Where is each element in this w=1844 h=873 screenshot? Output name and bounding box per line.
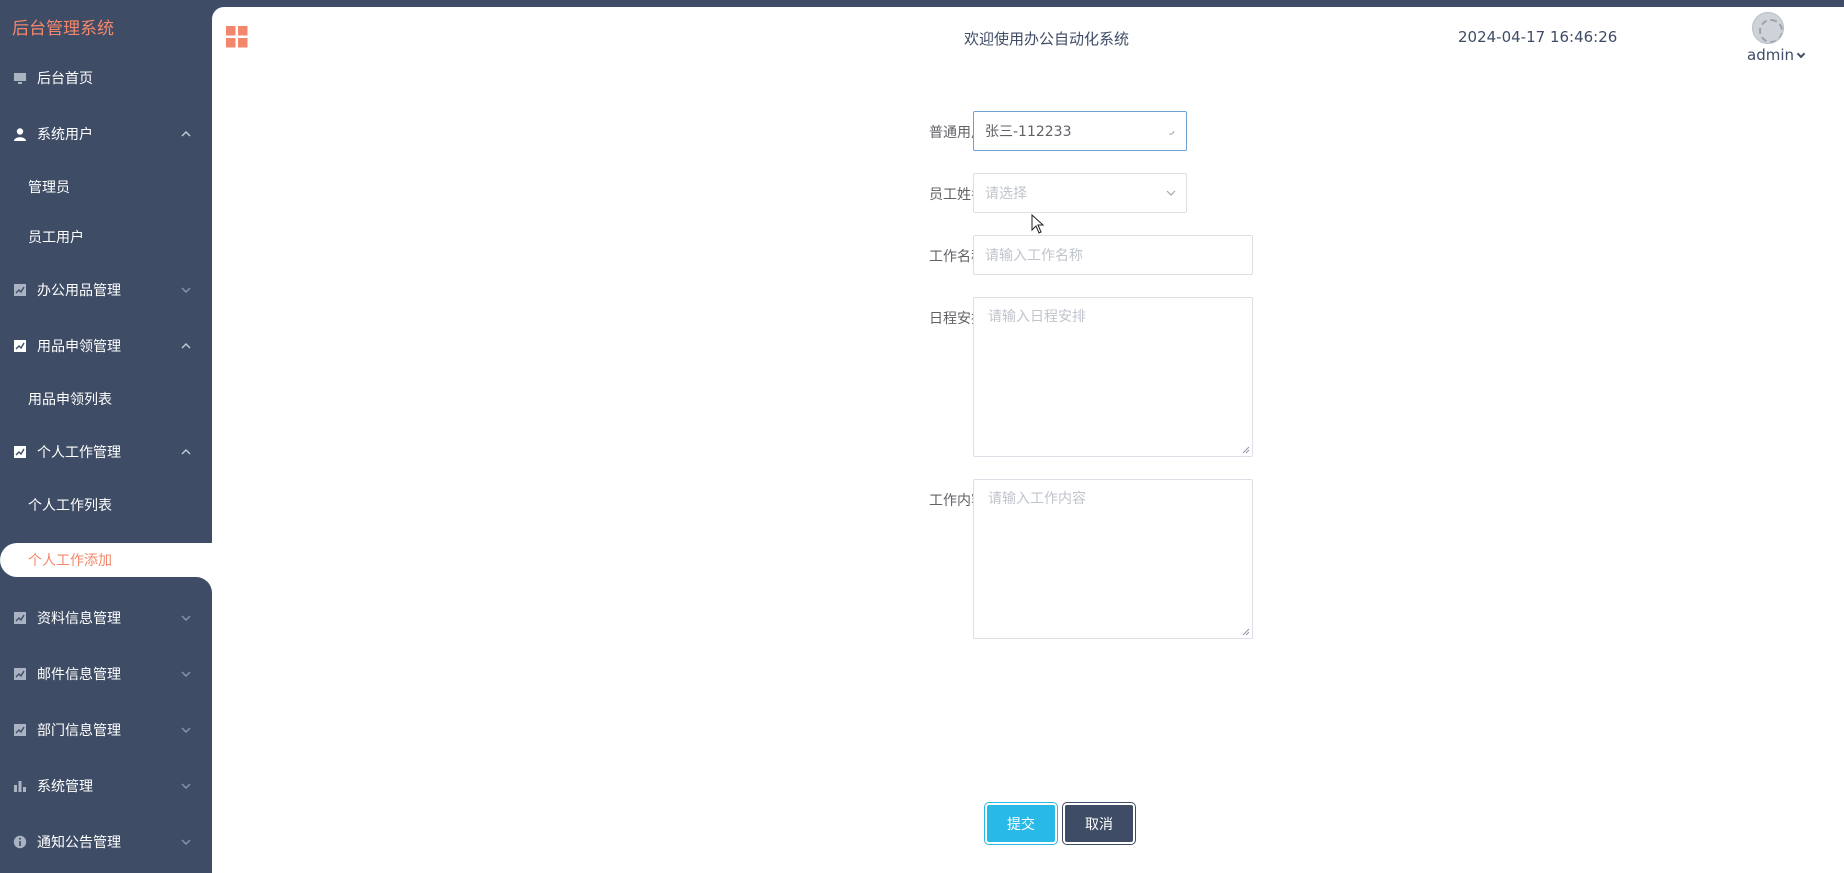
user-select[interactable]: 张三-112233 [973,111,1187,151]
menu-item-system-users[interactable]: 系统用户 [0,106,212,162]
cancel-button[interactable]: 取消 [1062,802,1136,845]
chevron-down-icon [1166,190,1176,196]
info-icon [13,835,27,849]
chart-icon [13,611,27,625]
chevron-down-icon [181,839,191,845]
resize-handle-icon[interactable] [1242,446,1250,454]
menu-item-label: 系统用户 [37,127,93,143]
sidebar-item-label: 个人工作添加 [28,553,112,569]
grid-menu-icon[interactable] [226,26,248,48]
chart-icon [13,445,27,459]
sidebar-item-label: 管理员 [28,180,70,196]
top-bar: 欢迎使用办公自动化系统 2024-04-17 16:46:26 admin [212,7,1844,67]
sidebar-item-supply-request-list[interactable]: 用品申领列表 [0,374,212,424]
menu-item-label: 系统管理 [37,779,93,795]
menu-item-documents[interactable]: 资料信息管理 [0,590,212,646]
current-datetime: 2024-04-17 16:46:26 [1458,28,1618,46]
menu-item-label: 通知公告管理 [37,835,121,851]
menu-item-departments[interactable]: 部门信息管理 [0,702,212,758]
menu-item-label: 邮件信息管理 [37,667,121,683]
schedule-placeholder: 请输入日程安排 [988,309,1086,325]
sidebar-item-employee-users[interactable]: 员工用户 [0,212,212,262]
main-content: 欢迎使用办公自动化系统 2024-04-17 16:46:26 admin 普通… [212,7,1844,873]
sidebar-item-admin[interactable]: 管理员 [0,162,212,212]
chart-icon [13,283,27,297]
submit-button[interactable]: 提交 [984,802,1058,845]
sidebar-item-label: 个人工作列表 [28,498,112,514]
user-icon [13,127,27,141]
chevron-down-icon [181,287,191,293]
employee-select[interactable]: 请选择 [973,173,1187,213]
work-name-input[interactable]: 请输入工作名称 [973,235,1253,275]
menu-item-label: 部门信息管理 [37,723,121,739]
sidebar: 后台管理系统 后台首页 系统用户 管理员 员工用户 办公用品管理 用品申领管理 … [0,0,212,873]
menu-item-mail[interactable]: 邮件信息管理 [0,646,212,702]
menu-item-system-admin[interactable]: 系统管理 [0,758,212,814]
chevron-down-icon [181,783,191,789]
welcome-title: 欢迎使用办公自动化系统 [964,30,1130,48]
monitor-icon [13,71,27,85]
chart-icon [13,667,27,681]
employee-select-placeholder: 请选择 [985,186,1027,202]
content-placeholder: 请输入工作内容 [988,491,1086,507]
avatar[interactable] [1752,12,1784,44]
menu-item-announcements[interactable]: 通知公告管理 [0,814,212,870]
brand-title: 后台管理系统 [12,19,114,39]
resize-handle-icon[interactable] [1242,628,1250,636]
chart-icon [13,723,27,737]
chart-icon [13,339,27,353]
chevron-down-icon [181,671,191,677]
menu-item-label: 个人工作管理 [37,445,121,461]
user-name: admin [1747,46,1794,64]
sidebar-item-label: 用品申领列表 [28,392,112,408]
sidebar-item-personal-work-add[interactable]: 个人工作添加 [0,543,212,577]
chevron-up-icon [181,343,191,349]
menu-item-label: 用品申领管理 [37,339,121,355]
menu-item-home[interactable]: 后台首页 [0,50,212,106]
menu-item-label: 后台首页 [37,71,93,87]
menu-item-office-supplies[interactable]: 办公用品管理 [0,262,212,318]
loading-icon [1168,130,1175,135]
schedule-textarea[interactable]: 请输入日程安排 [973,297,1253,457]
menu-item-personal-work[interactable]: 个人工作管理 [0,424,212,480]
user-select-value: 张三-112233 [985,124,1072,140]
content-textarea[interactable]: 请输入工作内容 [973,479,1253,639]
sidebar-item-personal-work-list[interactable]: 个人工作列表 [0,480,212,530]
menu-item-supply-requests[interactable]: 用品申领管理 [0,318,212,374]
chevron-down-icon [181,615,191,621]
menu-item-label: 资料信息管理 [37,611,121,627]
chevron-up-icon [181,131,191,137]
user-menu[interactable]: admin [1747,46,1806,64]
chevron-up-icon [181,449,191,455]
chevron-down-icon [181,727,191,733]
mouse-cursor-icon [1031,214,1045,234]
caret-down-icon [1796,49,1806,59]
work-name-placeholder: 请输入工作名称 [985,248,1083,264]
bar-chart-icon [13,779,27,793]
sidebar-item-label: 员工用户 [28,230,84,246]
menu-item-label: 办公用品管理 [37,283,121,299]
